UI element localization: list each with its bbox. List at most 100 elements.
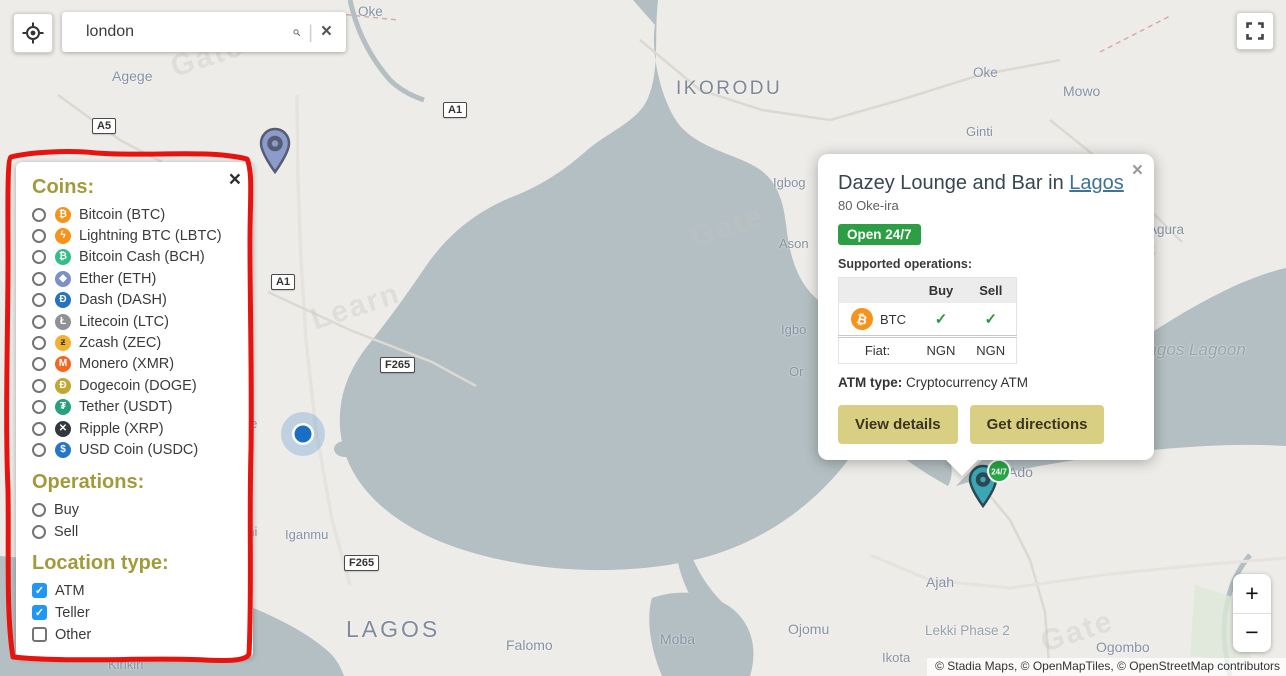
radio-button[interactable] [32, 208, 46, 222]
location-type-option[interactable]: ✓ ATM [32, 580, 239, 602]
radio-button[interactable] [32, 400, 46, 414]
operation-option[interactable]: Sell [32, 521, 239, 543]
radio-button[interactable] [32, 229, 46, 243]
fiat-buy-value: NGN [916, 337, 966, 364]
coin-option[interactable]: Ł Litecoin (LTC) [32, 311, 239, 332]
checkbox[interactable]: ✓ [32, 605, 47, 620]
coin-icon: Ł [55, 314, 71, 330]
operations-table: Buy Sell ₿BTC ✓ ✓ Fiat: NGN NGN [838, 277, 1017, 364]
atm-type-label: ATM type: [838, 375, 902, 390]
coin-option[interactable]: ₿Bitcoin Cash (BCH) [32, 247, 239, 268]
geolocate-button[interactable] [13, 13, 53, 53]
filter-panel: × Coins: ₿Bitcoin (BTC)ϟLightning BTC (L… [16, 162, 253, 658]
fullscreen-button[interactable] [1236, 12, 1274, 50]
buy-check-icon: ✓ [935, 311, 948, 328]
radio-button[interactable] [32, 315, 46, 329]
radio-button[interactable] [32, 379, 46, 393]
coin-label: Lightning BTC (LBTC) [79, 228, 222, 244]
fiat-sell-value: NGN [966, 337, 1016, 364]
buy-header: Buy [916, 278, 966, 304]
coin-icon: ✕ [55, 421, 71, 437]
coin-option[interactable]: ₮ Tether (USDT) [32, 397, 239, 418]
search-icon[interactable] [293, 23, 300, 42]
coin-icon: ◆ [55, 271, 71, 287]
supported-operations-label: Supported operations: [838, 257, 1134, 271]
filter-panel-close-icon[interactable]: × [229, 170, 241, 190]
popup-title: Dazey Lounge and Bar in Lagos [838, 172, 1134, 195]
coin-icon: $ [55, 442, 71, 458]
radio-button[interactable] [32, 525, 46, 539]
radio-button[interactable] [32, 357, 46, 371]
radio-button[interactable] [32, 272, 46, 286]
city-link[interactable]: Lagos [1069, 172, 1124, 194]
open-badge: Open 24/7 [838, 224, 921, 245]
coin-icon: ƶ [55, 335, 71, 351]
atm-type-value: Cryptocurrency ATM [902, 375, 1028, 390]
coin-icon: ₮ [55, 399, 71, 415]
get-directions-button[interactable]: Get directions [970, 405, 1105, 444]
coin-label: Bitcoin (BTC) [79, 207, 165, 223]
map-pin-teal-selected[interactable]: 24/7 [966, 458, 1012, 516]
coin-option[interactable]: ÐDogecoin (DOGE) [32, 375, 239, 396]
popup-title-text: Dazey Lounge and Bar in [838, 172, 1069, 194]
location-type-label: Other [55, 627, 91, 643]
radio-button[interactable] [32, 336, 46, 350]
radio-button[interactable] [32, 503, 46, 517]
zoom-control: + − [1233, 574, 1271, 652]
map-attribution[interactable]: © Stadia Maps, © OpenMapTiles, © OpenStr… [927, 658, 1286, 676]
operation-option[interactable]: Buy [32, 499, 239, 521]
atm-type-line: ATM type: Cryptocurrency ATM [838, 375, 1134, 390]
location-type-label: ATM [55, 583, 85, 599]
location-type-option[interactable]: Other [32, 624, 239, 646]
zoom-in-button[interactable]: + [1233, 574, 1271, 614]
operation-label: Buy [54, 502, 79, 518]
radio-button[interactable] [32, 250, 46, 264]
coin-label: Litecoin (LTC) [79, 314, 169, 330]
search-bar: | × [62, 12, 346, 52]
coin-icon: Ð [55, 378, 71, 394]
location-type-option[interactable]: ✓ Teller [32, 602, 239, 624]
coin-label: Ripple (XRP) [79, 421, 164, 437]
open-24-7-marker-badge: 24/7 [991, 468, 1007, 477]
fiat-row: Fiat: NGN NGN [839, 337, 1017, 364]
coin-icon: Ð [55, 292, 71, 308]
map-pin-blue[interactable] [256, 126, 296, 176]
operations-list: Buy Sell [32, 499, 239, 543]
popup-address: 80 Oke-ira [838, 198, 1134, 213]
coin-option[interactable]: ◆ Ether (ETH) [32, 268, 239, 289]
table-header-row: Buy Sell [839, 278, 1017, 304]
coin-option[interactable]: $ USD Coin (USDC) [32, 439, 239, 460]
checkbox[interactable]: ✓ [32, 583, 47, 598]
coin-label: Zcash (ZEC) [79, 335, 161, 351]
radio-button[interactable] [32, 422, 46, 436]
location-type-list: ✓ ATM ✓ Teller Other [32, 580, 239, 646]
location-type-heading: Location type: [32, 552, 239, 575]
sell-header: Sell [966, 278, 1016, 304]
operations-heading: Operations: [32, 471, 239, 494]
sell-check-icon: ✓ [984, 311, 997, 328]
radio-button[interactable] [32, 293, 46, 307]
bitcoin-icon: ₿ [849, 306, 875, 332]
location-type-label: Teller [55, 605, 90, 621]
zoom-out-button[interactable]: − [1233, 614, 1271, 653]
coin-option[interactable]: ÐDash (DASH) [32, 290, 239, 311]
coin-label: Tether (USDT) [79, 399, 172, 415]
empty-header-cell [839, 278, 917, 304]
view-details-button[interactable]: View details [838, 405, 958, 444]
coin-option[interactable]: ϟ Lightning BTC (LBTC) [32, 225, 239, 246]
checkbox[interactable] [32, 627, 47, 642]
coin-option[interactable]: ₿Bitcoin (BTC) [32, 204, 239, 225]
popup-close-icon[interactable]: × [1132, 160, 1143, 182]
radio-button[interactable] [32, 443, 46, 457]
geolocate-icon [22, 22, 44, 44]
coin-option[interactable]: MMonero (XMR) [32, 354, 239, 375]
coin-label: Monero (XMR) [79, 356, 174, 372]
coin-label: Ether (ETH) [79, 271, 156, 287]
coin-label: USD Coin (USDC) [79, 442, 198, 458]
operation-label: Sell [54, 524, 78, 540]
coin-option[interactable]: ✕ Ripple (XRP) [32, 418, 239, 439]
search-input[interactable] [62, 12, 293, 52]
search-clear-icon[interactable]: × [321, 21, 332, 43]
coin-icon: ϟ [55, 228, 71, 244]
coin-option[interactable]: ƶ Zcash (ZEC) [32, 332, 239, 353]
